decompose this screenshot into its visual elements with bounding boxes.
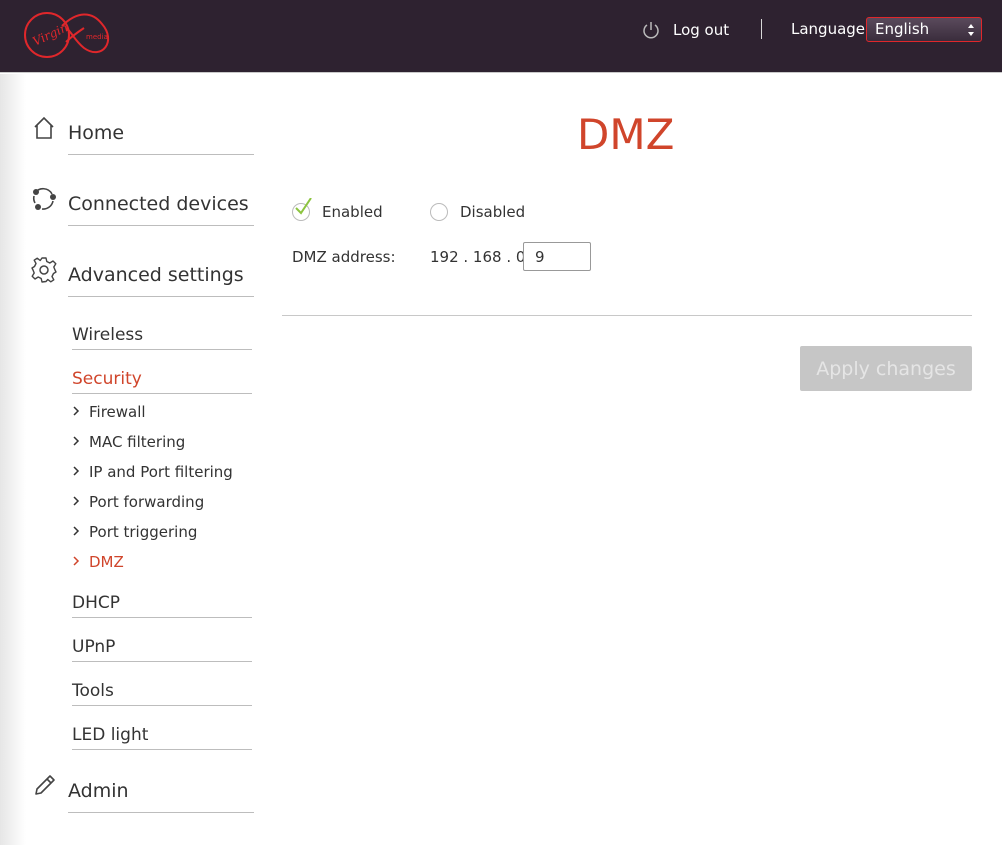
page-title: DMZ <box>577 110 675 159</box>
top-header: Virgin media Log out Language English <box>0 0 1002 73</box>
nav-firewall-label: Firewall <box>89 403 146 421</box>
home-icon <box>34 116 54 139</box>
nav-dmz-label: DMZ <box>89 553 124 571</box>
svg-text:Virgin: Virgin <box>30 20 70 48</box>
nav-security[interactable]: Security <box>72 369 254 395</box>
nav-divider <box>68 154 254 155</box>
nav-mac-filtering[interactable]: MAC filtering <box>72 432 185 452</box>
nav-connected-devices-label: Connected devices <box>68 193 249 215</box>
nav-upnp-label: UPnP <box>72 637 116 657</box>
nav-divider <box>72 393 252 394</box>
sidebar-shade <box>0 74 26 845</box>
chevron-right-icon <box>73 526 80 536</box>
nav-dmz[interactable]: DMZ <box>72 552 124 572</box>
nav-wireless-label: Wireless <box>72 325 144 345</box>
nav-divider <box>72 349 252 350</box>
nav-led-light[interactable]: LED light <box>72 725 254 751</box>
nav-divider <box>72 749 252 750</box>
radio-disabled[interactable]: Disabled <box>430 203 525 221</box>
nav-divider <box>68 812 254 813</box>
nav-tools-label: Tools <box>72 681 114 701</box>
radio-disabled-label: Disabled <box>460 203 526 221</box>
nav-mac-filtering-label: MAC filtering <box>89 433 186 451</box>
nav-port-triggering[interactable]: Port triggering <box>72 522 197 542</box>
nav-port-triggering-label: Port triggering <box>89 523 198 541</box>
radio-enabled-circle <box>292 198 312 221</box>
nav-divider <box>72 705 252 706</box>
nav-home-label: Home <box>68 122 125 144</box>
virgin-media-logo[interactable]: Virgin media <box>22 6 116 64</box>
nav-divider <box>68 225 254 226</box>
nav-connected-devices[interactable]: Connected devices <box>30 185 254 235</box>
content-divider <box>282 315 972 316</box>
pencil-icon <box>35 775 55 795</box>
nav-ip-port-filtering[interactable]: IP and Port filtering <box>72 462 233 482</box>
nav-tools[interactable]: Tools <box>72 681 254 707</box>
nav-advanced-settings[interactable]: Advanced settings <box>30 256 254 306</box>
logout-button[interactable]: Log out <box>641 18 729 42</box>
svg-text:media: media <box>86 33 108 41</box>
nav-home[interactable]: Home <box>30 114 254 164</box>
nav-port-forwarding-label: Port forwarding <box>89 493 205 511</box>
check-icon <box>295 198 312 215</box>
chevron-right-icon <box>73 466 80 476</box>
nav-port-forwarding[interactable]: Port forwarding <box>72 492 204 512</box>
power-icon <box>643 22 659 39</box>
nav-security-label: Security <box>72 369 142 389</box>
nav-firewall[interactable]: Firewall <box>72 402 146 422</box>
chevron-right-icon <box>73 496 80 506</box>
nav-divider <box>72 661 252 662</box>
chevron-right-icon <box>73 436 80 446</box>
nav-ip-port-filtering-label: IP and Port filtering <box>89 463 233 481</box>
select-arrows-icon <box>968 24 974 36</box>
dmz-address-label: DMZ address: <box>292 248 396 266</box>
dmz-ip-last-octet-input[interactable] <box>523 242 591 271</box>
radio-disabled-circle <box>430 203 448 221</box>
radio-enabled[interactable]: Enabled <box>292 198 383 221</box>
nav-divider <box>68 296 254 297</box>
nav-upnp[interactable]: UPnP <box>72 637 254 663</box>
nav-advanced-settings-label: Advanced settings <box>68 264 244 286</box>
chevron-right-icon <box>73 556 80 566</box>
nav-divider <box>72 617 252 618</box>
gear-icon <box>31 257 57 283</box>
nav-admin-label: Admin <box>68 780 129 802</box>
devices-icon <box>32 187 56 210</box>
nav-dhcp-label: DHCP <box>72 593 120 613</box>
nav-admin[interactable]: Admin <box>30 772 254 822</box>
language-label: Language <box>791 20 866 38</box>
logout-label: Log out <box>673 21 730 39</box>
nav-wireless[interactable]: Wireless <box>72 325 254 351</box>
language-selected-value: English <box>875 20 930 38</box>
chevron-right-icon <box>73 406 80 416</box>
nav-led-light-label: LED light <box>72 725 149 745</box>
radio-enabled-label: Enabled <box>322 203 383 221</box>
language-select[interactable]: English <box>866 17 982 42</box>
apply-changes-button[interactable]: Apply changes <box>800 346 972 391</box>
ip-prefix: 192 . 168 . 0 . <box>430 248 535 266</box>
header-separator <box>761 19 762 39</box>
nav-dhcp[interactable]: DHCP <box>72 593 254 619</box>
